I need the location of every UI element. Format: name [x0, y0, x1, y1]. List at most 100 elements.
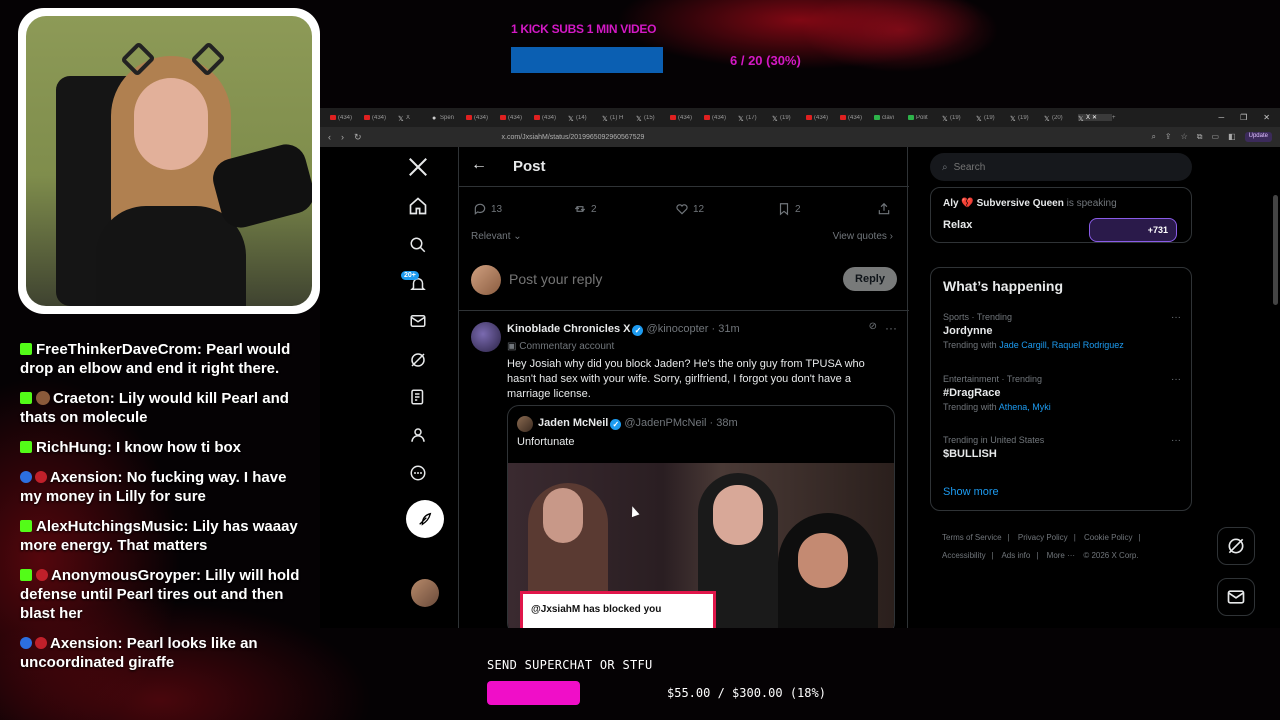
browser-tab[interactable]: 𝕏 (1) H	[602, 115, 636, 121]
bookmark-icon	[779, 203, 789, 216]
feather-icon	[419, 512, 432, 526]
sub-badge-icon	[35, 471, 47, 483]
reply-button[interactable]: Reply	[843, 267, 897, 291]
x-logo-icon: 𝕏	[602, 116, 608, 121]
browser-tab[interactable]: clavi	[874, 115, 908, 121]
reply-sort-dropdown[interactable]: Relevant ⌄	[471, 231, 522, 242]
sidebar-icon[interactable]: ▭	[1212, 132, 1220, 142]
info-icon: ▣	[507, 341, 520, 352]
repost-action[interactable]: 2	[573, 202, 597, 216]
like-action[interactable]: 12	[675, 202, 704, 216]
search-icon[interactable]	[400, 227, 436, 263]
footer-link[interactable]: Privacy Policy	[1018, 533, 1068, 542]
back-icon[interactable]: ‹	[328, 132, 331, 142]
x-logo-icon: 𝕏	[1044, 116, 1050, 121]
page-scrollbar[interactable]	[1273, 195, 1278, 305]
update-button[interactable]: Update	[1244, 132, 1272, 142]
grok-icon[interactable]	[400, 342, 436, 378]
account-avatar[interactable]	[411, 579, 439, 607]
browser-tab[interactable]: 𝕏 (15)	[636, 115, 670, 121]
address-bar: ‹ › ↻ x.com/JxsiahM/status/2019965092960…	[320, 127, 1280, 147]
home-icon[interactable]	[400, 188, 436, 224]
browser-tab[interactable]: ● Spen	[432, 115, 466, 121]
tweet-author[interactable]: Kinoblade Chronicles X ✓ @kinocopter · 31…	[507, 323, 740, 336]
bookmark-icon[interactable]: ☆	[1181, 132, 1188, 142]
search-box[interactable]: ⌕	[930, 153, 1192, 181]
browser-tab[interactable]: (434)	[466, 115, 500, 121]
bookmark-action[interactable]: 2	[777, 202, 801, 216]
wallet-icon[interactable]: ◧	[1228, 132, 1236, 142]
browser-tab[interactable]: (434)	[704, 115, 738, 121]
view-quotes-link[interactable]: View quotes ›	[833, 231, 893, 242]
x-logo-icon: 𝕏	[738, 116, 744, 121]
messages-icon[interactable]	[400, 303, 436, 339]
browser-tab[interactable]: (434)	[364, 115, 398, 121]
share-action[interactable]	[877, 202, 891, 216]
avatar[interactable]	[471, 322, 501, 352]
footer-link[interactable]: Accessibility	[942, 551, 986, 560]
browser-tab[interactable]: 𝕏 (19)	[1010, 115, 1044, 121]
messages-float-button[interactable]	[1217, 578, 1255, 616]
footer-link[interactable]: Ads info	[1001, 551, 1030, 560]
kick-badge-icon	[20, 520, 32, 532]
more-options-icon[interactable]: ···	[1171, 312, 1181, 323]
grok-icon[interactable]: ⊘	[869, 321, 877, 332]
zoom-icon[interactable]: ⌕	[1151, 132, 1155, 142]
browser-tab[interactable]: 𝕏 (14)	[568, 115, 602, 121]
footer-more-link[interactable]: More ···	[1047, 551, 1075, 560]
trend-item[interactable]: Sports · Trending Jordynne Trending with…	[943, 312, 1181, 350]
webcam-feed	[26, 16, 312, 306]
reply-input[interactable]	[509, 271, 809, 287]
browser-tab[interactable]: (434)	[534, 115, 568, 121]
browser-tab[interactable]: Polit	[908, 115, 942, 121]
more-options-icon[interactable]: ···	[1171, 435, 1181, 446]
reply-tweet[interactable]: Kinoblade Chronicles X ✓ @kinocopter · 31…	[459, 313, 909, 628]
url-field[interactable]: x.com/JxsiahM/status/2019965092960567529	[502, 134, 645, 141]
compose-post-button[interactable]	[406, 500, 444, 538]
grok-float-button[interactable]	[1217, 527, 1255, 565]
close-window-icon[interactable]: ✕	[1263, 113, 1270, 122]
x-logo-icon: 𝕏	[772, 116, 778, 121]
browser-tab[interactable]: 𝕏 (19)	[976, 115, 1010, 121]
more-icon[interactable]	[400, 455, 436, 491]
browser-tab[interactable]: 𝕏 (17)	[738, 115, 772, 121]
quoted-text: Unfortunate	[517, 436, 575, 448]
footer-link[interactable]: Terms of Service	[942, 533, 1002, 542]
forward-icon[interactable]: ›	[341, 132, 344, 142]
browser-tab-active[interactable]: 𝕏X ✕	[1078, 114, 1112, 121]
browser-tab[interactable]: (434)	[330, 115, 364, 121]
browser-tab[interactable]: 𝕏 (19)	[942, 115, 976, 121]
quoted-media[interactable]: @JxsiahM has blocked you	[508, 463, 894, 628]
youtube-icon	[364, 115, 370, 120]
minimize-icon[interactable]: ─	[1218, 113, 1224, 122]
chat-username: RichHung	[36, 439, 107, 456]
browser-tab[interactable]: 𝕏X	[398, 115, 432, 121]
trend-item[interactable]: Trending in United States $BULLISH ···	[943, 435, 1181, 460]
browser-tab[interactable]: (434)	[670, 115, 704, 121]
lists-icon[interactable]	[400, 379, 436, 415]
browser-tab[interactable]: 𝕏 (19)	[772, 115, 806, 121]
quoted-tweet[interactable]: Jaden McNeil ✓ @JadenPMcNeil · 38m Unfort…	[507, 405, 895, 628]
more-options-icon[interactable]: ···	[1171, 374, 1181, 385]
live-space-card[interactable]: Aly 💔 Subversive Queen is speaking Relax…	[930, 187, 1192, 243]
browser-tab[interactable]: (434)	[500, 115, 534, 121]
trend-item[interactable]: Entertainment · Trending #DragRace Trend…	[943, 374, 1181, 412]
browser-tab[interactable]: (434)	[806, 115, 840, 121]
x-logo-icon[interactable]	[400, 149, 436, 185]
reply-action[interactable]: 13	[473, 202, 502, 216]
extensions-icon[interactable]: ⧉	[1197, 132, 1203, 142]
footer-link[interactable]: Cookie Policy	[1084, 533, 1132, 542]
more-options-icon[interactable]: ···	[885, 321, 897, 335]
chat-username: AlexHutchingsMusic	[36, 518, 184, 535]
share-icon[interactable]: ⇪	[1165, 132, 1172, 142]
browser-tab[interactable]: 𝕏 (20)	[1044, 115, 1078, 121]
show-more-link[interactable]: Show more	[943, 486, 999, 498]
search-input[interactable]	[953, 161, 1154, 173]
back-arrow-icon[interactable]: ←	[471, 156, 487, 174]
reload-icon[interactable]: ↻	[354, 132, 362, 143]
space-listeners-pill[interactable]: +731	[1089, 218, 1177, 242]
new-tab-button[interactable]: +	[1112, 115, 1146, 121]
profile-icon[interactable]	[400, 417, 436, 453]
browser-tab[interactable]: (434)	[840, 115, 874, 121]
maximize-icon[interactable]: ❐	[1240, 113, 1247, 122]
